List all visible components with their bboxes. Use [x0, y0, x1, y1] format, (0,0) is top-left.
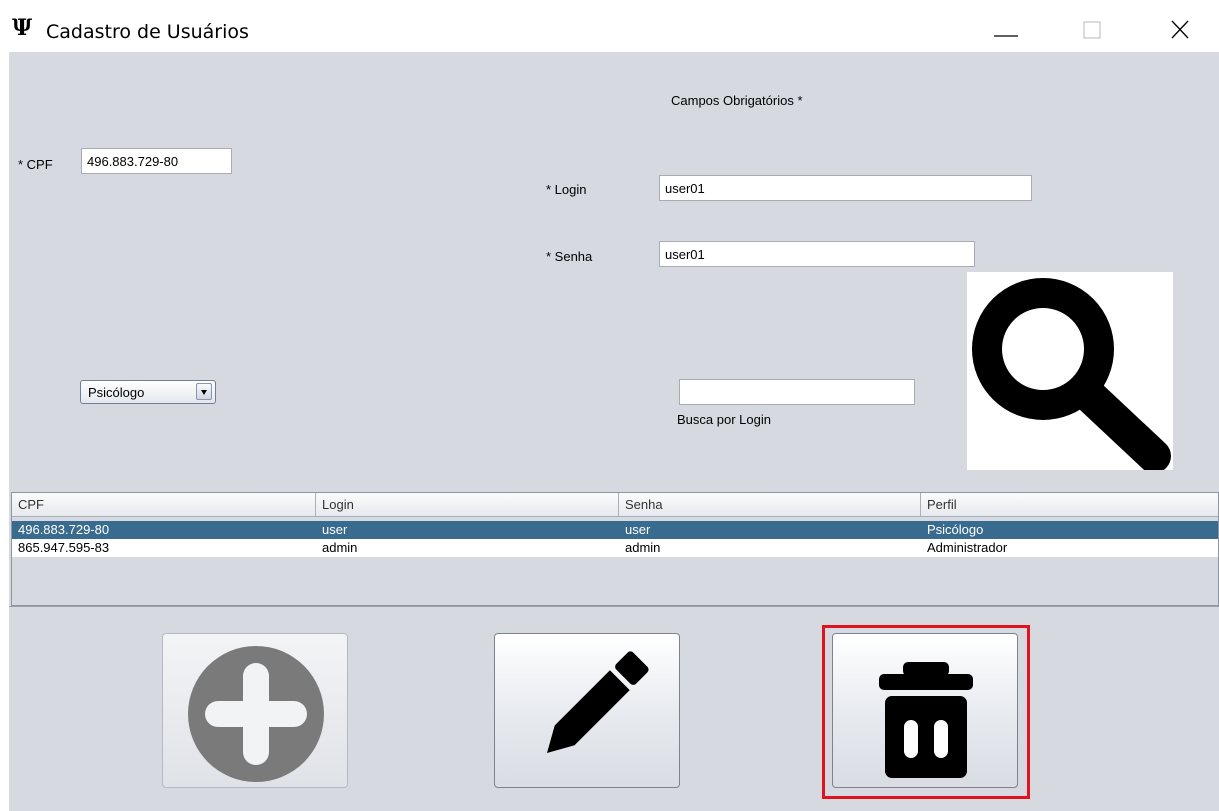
divider	[9, 606, 1219, 607]
close-icon	[1171, 20, 1189, 39]
column-header-senha[interactable]: Senha	[619, 493, 921, 516]
chevron-down-icon[interactable]	[196, 383, 212, 400]
cell-perfil: Administrador	[927, 540, 1008, 555]
edit-button[interactable]	[494, 633, 680, 788]
search-button[interactable]	[967, 272, 1173, 473]
senha-label: * Senha	[546, 249, 593, 264]
column-header-login[interactable]: Login	[316, 493, 619, 516]
cell-senha: user	[625, 522, 651, 537]
maximize-icon	[1083, 21, 1101, 39]
pencil-icon	[546, 651, 649, 754]
search-login-input[interactable]	[679, 379, 915, 405]
table-header: CPF Login Senha Perfil	[12, 493, 1218, 517]
window-title: Cadastro de Usuários	[46, 21, 249, 43]
minimize-button[interactable]	[986, 12, 1026, 50]
cpf-label: * CPF	[18, 157, 53, 172]
app-logo-icon: Ψ	[12, 15, 33, 41]
app-window: Ψ Cadastro de Usuários Campos Obrigatóri…	[0, 0, 1219, 811]
column-header-perfil[interactable]: Perfil	[921, 493, 1218, 516]
table-row[interactable]: 496.883.729-80 user user Psicólogo	[12, 521, 1218, 539]
table-row[interactable]: 865.947.595-83 admin admin Administrador	[12, 539, 1218, 557]
cell-perfil: Psicólogo	[927, 522, 984, 537]
cell-cpf: 865.947.595-83	[18, 540, 110, 555]
add-button[interactable]	[162, 633, 348, 788]
search-login-label: Busca por Login	[677, 412, 771, 427]
title-bar: Ψ Cadastro de Usuários	[0, 0, 1219, 52]
minimize-icon	[994, 35, 1018, 37]
senha-input[interactable]	[659, 241, 975, 267]
magnifier-icon	[972, 278, 1171, 473]
users-table: CPF Login Senha Perfil 496.883.729-80 us…	[11, 492, 1219, 606]
cell-senha: admin	[625, 540, 661, 555]
perfil-select[interactable]: Psicólogo	[80, 380, 216, 404]
column-header-cpf[interactable]: CPF	[12, 493, 316, 516]
close-button[interactable]	[1161, 12, 1201, 50]
cell-login: user	[322, 522, 348, 537]
login-label: * Login	[546, 182, 587, 197]
perfil-selected-value: Psicólogo	[88, 385, 145, 400]
cpf-input[interactable]	[81, 148, 232, 174]
plus-circle-icon	[188, 646, 324, 782]
main-panel: Campos Obrigatórios * * CPF * Login * Se…	[9, 52, 1219, 811]
delete-button[interactable]	[832, 633, 1018, 788]
required-fields-note: Campos Obrigatórios *	[671, 93, 803, 108]
login-input[interactable]	[659, 175, 1032, 201]
maximize-button[interactable]	[1072, 12, 1112, 50]
cell-cpf: 496.883.729-80	[18, 522, 110, 537]
cell-login: admin	[322, 540, 358, 555]
trash-icon	[879, 662, 973, 778]
